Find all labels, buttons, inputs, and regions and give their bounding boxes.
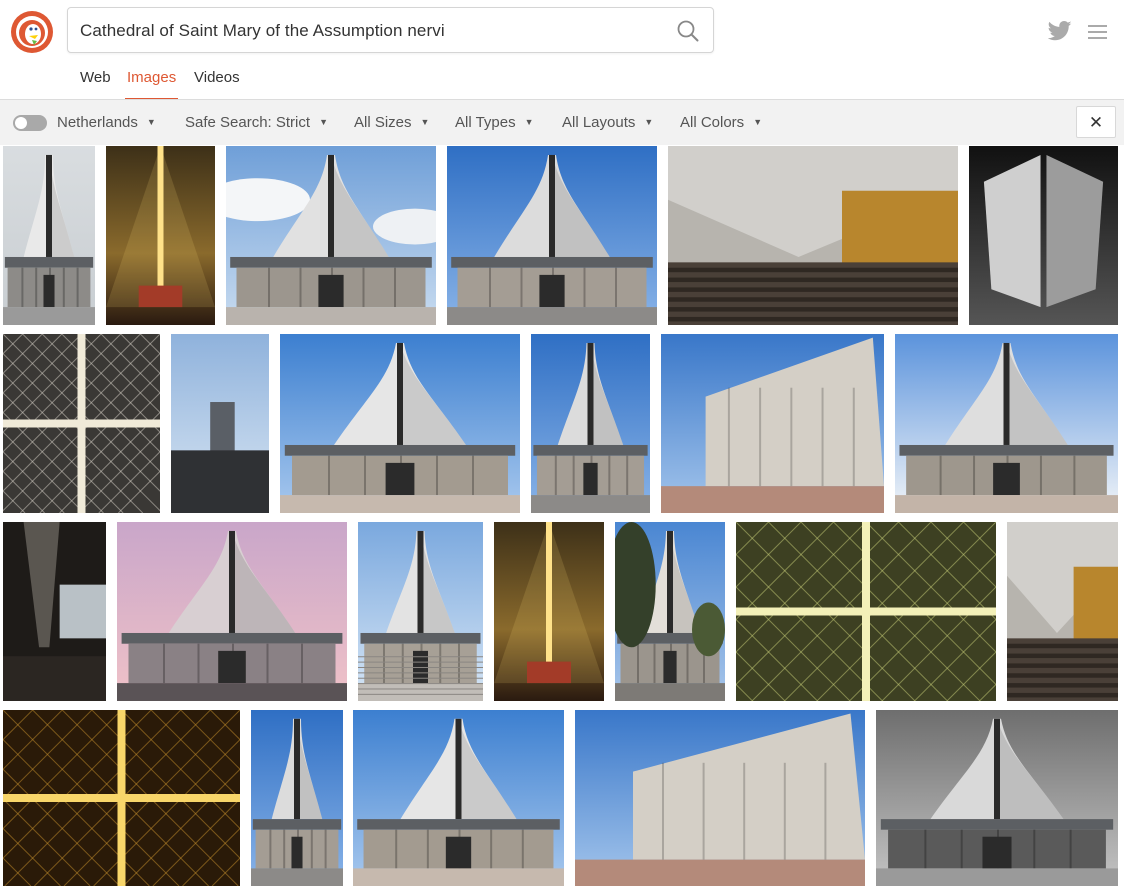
image-result[interactable] xyxy=(226,146,436,325)
caret-down-icon: ▼ xyxy=(420,117,430,127)
image-result[interactable] xyxy=(1007,522,1118,701)
caret-down-icon: ▼ xyxy=(524,117,534,127)
filter-size-label: All Sizes xyxy=(354,114,412,131)
close-filters-button[interactable]: ✕ xyxy=(1076,106,1116,138)
region-toggle[interactable] xyxy=(13,115,47,131)
result-thumbnail xyxy=(615,522,725,701)
result-thumbnail xyxy=(251,710,343,886)
filter-type-label: All Types xyxy=(455,114,516,131)
header: Cathedral of Saint Mary of the Assumptio… xyxy=(0,0,1124,100)
result-thumbnail xyxy=(895,334,1118,513)
image-result[interactable] xyxy=(969,146,1118,325)
image-result[interactable] xyxy=(895,334,1118,513)
image-result[interactable] xyxy=(615,522,725,701)
image-result[interactable] xyxy=(3,710,240,886)
filter-safe-search-label: Safe Search: Strict xyxy=(185,114,311,131)
tab-images[interactable]: Images xyxy=(127,69,176,86)
filter-color[interactable]: All Colors ▼ xyxy=(680,114,762,131)
close-icon: ✕ xyxy=(1088,113,1104,132)
filter-type[interactable]: All Types ▼ xyxy=(455,114,534,131)
result-thumbnail xyxy=(171,334,269,513)
result-thumbnail xyxy=(876,710,1118,886)
filter-region-label: Netherlands xyxy=(57,114,138,131)
search-box[interactable]: Cathedral of Saint Mary of the Assumptio… xyxy=(67,7,714,53)
result-thumbnail xyxy=(358,522,483,701)
result-thumbnail xyxy=(3,146,95,325)
result-thumbnail xyxy=(447,146,657,325)
filter-safe-search[interactable]: Safe Search: Strict ▼ xyxy=(185,114,328,131)
result-thumbnail xyxy=(3,522,106,701)
image-result[interactable] xyxy=(661,334,884,513)
twitter-icon[interactable] xyxy=(1048,20,1072,42)
result-thumbnail xyxy=(969,146,1118,325)
filter-size[interactable]: All Sizes ▼ xyxy=(354,114,429,131)
search-icon[interactable] xyxy=(677,20,699,42)
image-result[interactable] xyxy=(3,522,106,701)
image-result[interactable] xyxy=(358,522,483,701)
caret-down-icon: ▼ xyxy=(146,117,156,127)
image-result[interactable] xyxy=(668,146,958,325)
image-result[interactable] xyxy=(3,146,95,325)
image-result[interactable] xyxy=(494,522,604,701)
result-thumbnail xyxy=(494,522,604,701)
caret-down-icon: ▼ xyxy=(644,117,654,127)
duckduckgo-logo[interactable] xyxy=(10,10,54,54)
result-thumbnail xyxy=(661,334,884,513)
result-thumbnail xyxy=(280,334,520,513)
filter-bar: Netherlands ▼ Safe Search: Strict ▼ All Si… xyxy=(0,100,1124,145)
image-result[interactable] xyxy=(171,334,269,513)
image-result[interactable] xyxy=(106,146,215,325)
tab-web[interactable]: Web xyxy=(80,69,111,86)
image-result[interactable] xyxy=(736,522,996,701)
filter-layout[interactable]: All Layouts ▼ xyxy=(562,114,653,131)
result-thumbnail xyxy=(3,710,240,886)
result-thumbnail xyxy=(226,146,436,325)
image-result[interactable] xyxy=(447,146,657,325)
result-thumbnail xyxy=(353,710,564,886)
caret-down-icon: ▼ xyxy=(753,117,763,127)
result-thumbnail xyxy=(3,334,160,513)
image-result[interactable] xyxy=(575,710,865,886)
result-thumbnail xyxy=(117,522,347,701)
result-thumbnail xyxy=(736,522,996,701)
result-thumbnail xyxy=(106,146,215,325)
image-result[interactable] xyxy=(3,334,160,513)
result-thumbnail xyxy=(668,146,958,325)
filter-layout-label: All Layouts xyxy=(562,114,636,131)
result-thumbnail xyxy=(575,710,865,886)
result-thumbnail xyxy=(1007,522,1118,701)
toggle-knob xyxy=(15,117,27,129)
hamburger-menu-icon[interactable] xyxy=(1088,24,1107,40)
image-result[interactable] xyxy=(531,334,650,513)
image-result[interactable] xyxy=(353,710,564,886)
filter-region[interactable]: Netherlands ▼ xyxy=(57,114,156,131)
filter-color-label: All Colors xyxy=(680,114,745,131)
caret-down-icon: ▼ xyxy=(319,117,328,127)
image-result[interactable] xyxy=(251,710,343,886)
image-result[interactable] xyxy=(117,522,347,701)
image-result[interactable] xyxy=(280,334,520,513)
tab-videos[interactable]: Videos xyxy=(194,69,240,86)
search-input[interactable]: Cathedral of Saint Mary of the Assumptio… xyxy=(80,21,445,41)
result-thumbnail xyxy=(531,334,650,513)
image-result[interactable] xyxy=(876,710,1118,886)
